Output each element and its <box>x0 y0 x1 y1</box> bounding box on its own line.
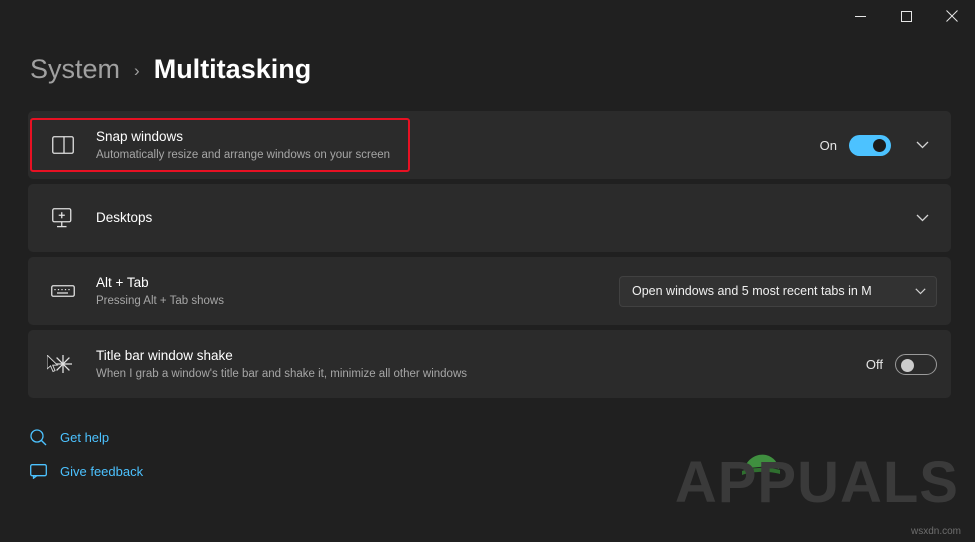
expand-chevron-down-icon[interactable] <box>907 203 937 233</box>
maximize-icon <box>901 11 912 22</box>
setting-title: Snap windows <box>96 128 820 146</box>
expand-chevron-down-icon[interactable] <box>907 130 937 160</box>
watermark-url: wsxdn.com <box>911 526 961 537</box>
mouse-cursor-icon <box>47 355 59 373</box>
setting-controls-title-bar-window-shake: Off <box>866 354 937 375</box>
setting-controls-snap-windows: On <box>820 130 937 160</box>
close-icon <box>946 10 958 22</box>
setting-text-desktops: Desktops <box>96 209 903 227</box>
link-label: Give feedback <box>60 464 143 479</box>
snap-windows-icon <box>46 136 80 154</box>
alt-tab-dropdown[interactable]: Open windows and 5 most recent tabs in M <box>619 276 937 307</box>
close-button[interactable] <box>929 0 975 32</box>
minimize-icon <box>855 11 866 22</box>
feedback-icon <box>28 464 48 479</box>
setting-title: Title bar window shake <box>96 347 866 365</box>
window-title-bar <box>0 0 975 32</box>
setting-text-snap-windows: Snap windows Automatically resize and ar… <box>96 128 820 163</box>
page-title: Multitasking <box>154 54 312 85</box>
link-get-help[interactable]: Get help <box>24 422 975 452</box>
setting-subtitle: When I grab a window's title bar and sha… <box>96 366 866 382</box>
setting-controls-alt-tab: Open windows and 5 most recent tabs in M <box>619 276 937 307</box>
alt-tab-icon <box>46 283 80 299</box>
setting-subtitle: Pressing Alt + Tab shows <box>96 293 619 309</box>
toggle-knob <box>873 139 886 152</box>
setting-row-desktops[interactable]: Desktops <box>28 184 951 252</box>
help-icon <box>28 429 48 446</box>
setting-title: Alt + Tab <box>96 274 619 292</box>
breadcrumb-system[interactable]: System <box>30 54 120 85</box>
setting-row-title-bar-window-shake[interactable]: Title bar window shake When I grab a win… <box>28 330 951 398</box>
setting-controls-desktops <box>903 203 937 233</box>
breadcrumb: System › Multitasking <box>0 32 975 85</box>
setting-subtitle: Automatically resize and arrange windows… <box>96 147 820 163</box>
settings-list: Snap windows Automatically resize and ar… <box>28 111 951 398</box>
link-label: Get help <box>60 430 109 445</box>
toggle-state-label: Off <box>866 357 883 372</box>
setting-text-alt-tab: Alt + Tab Pressing Alt + Tab shows <box>96 274 619 309</box>
setting-row-snap-windows[interactable]: Snap windows Automatically resize and ar… <box>28 111 951 179</box>
maximize-button[interactable] <box>883 0 929 32</box>
setting-text-title-bar-window-shake: Title bar window shake When I grab a win… <box>96 347 866 382</box>
watermark-brand: APPUALS <box>675 449 959 516</box>
minimize-button[interactable] <box>837 0 883 32</box>
toggle-knob <box>901 359 914 372</box>
setting-title: Desktops <box>96 209 903 227</box>
setting-row-alt-tab[interactable]: Alt + Tab Pressing Alt + Tab shows Open … <box>28 257 951 325</box>
dropdown-value: Open windows and 5 most recent tabs in M <box>632 284 872 298</box>
toggle-state-label: On <box>820 138 837 153</box>
snap-windows-toggle[interactable] <box>849 135 891 156</box>
breadcrumb-separator-icon: › <box>134 61 140 81</box>
chevron-down-icon <box>915 288 926 295</box>
desktops-icon <box>46 208 80 228</box>
title-bar-shake-toggle[interactable] <box>895 354 937 375</box>
